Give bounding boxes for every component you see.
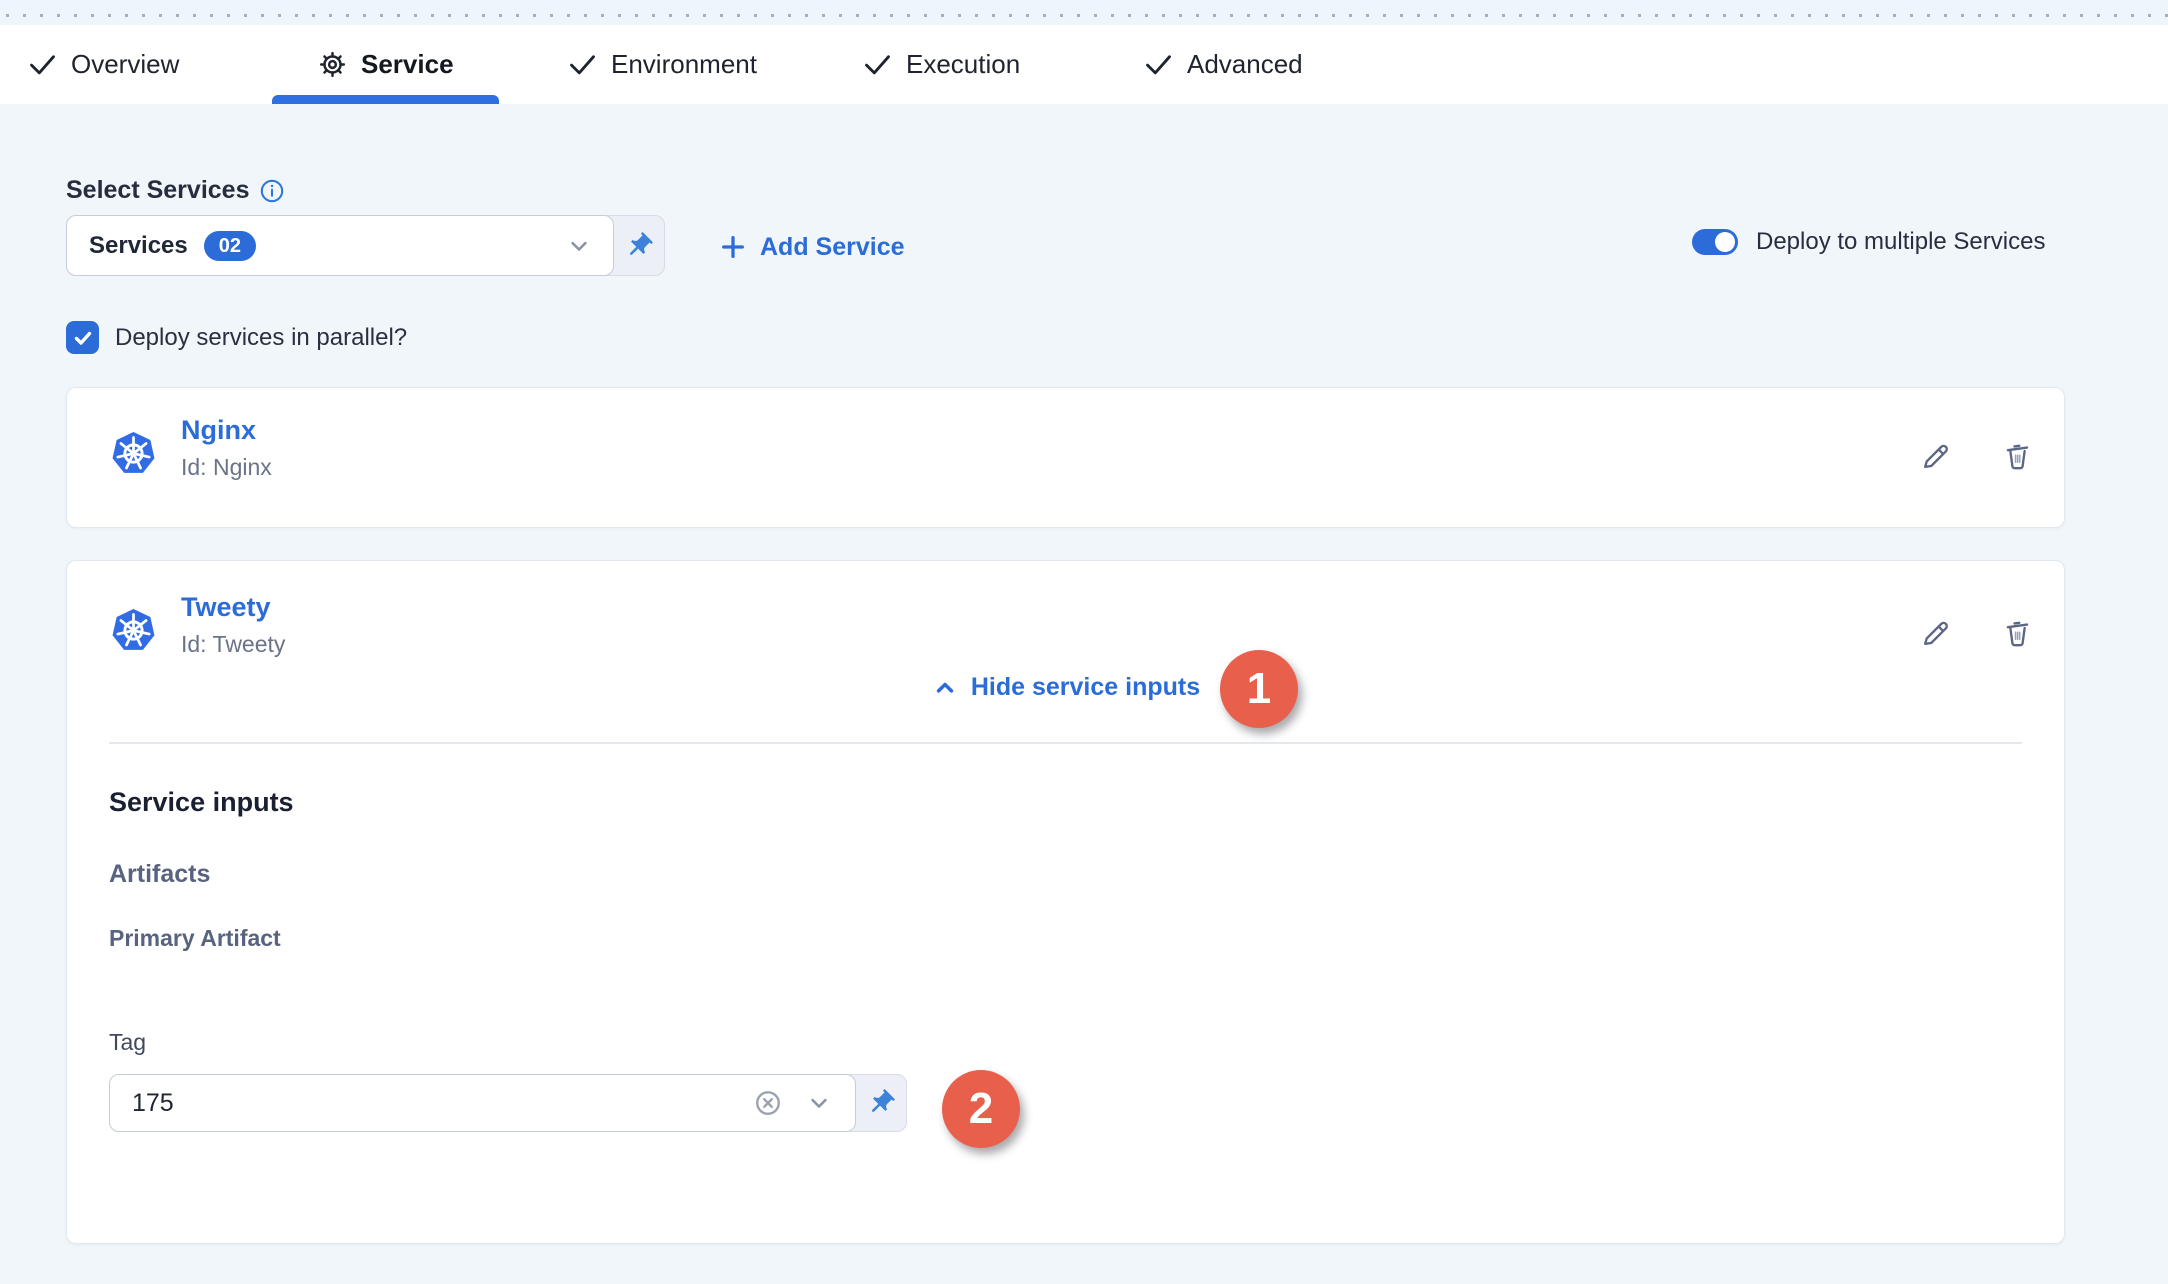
tag-label: Tag (109, 1029, 146, 1056)
kubernetes-icon (110, 607, 157, 654)
tab-environment[interactable]: Environment (567, 25, 757, 104)
stage-tabbar: Overview Service Environment Execution A… (0, 25, 2168, 104)
runtime-pin-button[interactable] (613, 216, 664, 275)
runtime-pin-button[interactable] (855, 1075, 906, 1131)
pin-icon (866, 1088, 896, 1118)
check-icon (1143, 49, 1174, 80)
services-dropdown[interactable]: Services 02 (66, 215, 665, 276)
delete-service-button[interactable] (1997, 436, 2037, 476)
hide-service-inputs-button[interactable]: Hide service inputs (67, 673, 2064, 702)
clear-icon[interactable] (753, 1088, 783, 1118)
card-divider (109, 742, 2022, 744)
trash-icon (2001, 617, 2034, 650)
tag-input[interactable] (132, 1089, 692, 1118)
primary-artifact-heading: Primary Artifact (109, 925, 281, 952)
deploy-multiple-label: Deploy to multiple Services (1756, 228, 2045, 256)
select-services-label: Select Services (66, 176, 285, 205)
edit-service-button[interactable] (1915, 613, 1955, 653)
deploy-parallel-checkbox[interactable] (66, 321, 99, 354)
service-name-link[interactable]: Tweety (181, 592, 271, 623)
annotation-marker-1: 1 (1220, 650, 1298, 728)
tab-service[interactable]: Service (317, 25, 454, 104)
services-dropdown-field[interactable]: Services 02 (66, 215, 614, 276)
service-name-link[interactable]: Nginx (181, 415, 256, 446)
chevron-up-icon (931, 674, 959, 702)
tab-label: Overview (71, 49, 179, 80)
services-dropdown-value: Services (89, 232, 188, 260)
pencil-icon (1919, 440, 1952, 473)
delete-service-button[interactable] (1997, 613, 2037, 653)
tab-label: Environment (611, 49, 757, 80)
check-icon (27, 49, 58, 80)
chevron-down-icon[interactable] (805, 1089, 833, 1117)
pipeline-stage-config-screen: Overview Service Environment Execution A… (0, 0, 2168, 1284)
pin-icon (624, 231, 654, 261)
kubernetes-icon (110, 430, 157, 477)
deploy-multiple-toggle[interactable] (1692, 229, 1738, 255)
tab-execution[interactable]: Execution (862, 25, 1020, 104)
service-card-nginx: Nginx Id: Nginx (66, 387, 2065, 528)
service-id: Id: Nginx (181, 454, 272, 481)
services-count-badge: 02 (204, 231, 256, 261)
tab-overview[interactable]: Overview (27, 25, 179, 104)
service-inputs-heading: Service inputs (109, 787, 294, 818)
add-service-button[interactable]: Add Service (719, 227, 905, 267)
service-card-tweety: Tweety Id: Tweety Hide service inputs 1 … (66, 560, 2065, 1244)
edit-service-button[interactable] (1915, 436, 1955, 476)
tab-label: Advanced (1187, 49, 1303, 80)
annotation-marker-2: 2 (942, 1070, 1020, 1148)
check-icon (567, 49, 598, 80)
info-icon[interactable] (259, 178, 285, 204)
page-top-decoration (0, 0, 2168, 25)
gear-icon (317, 49, 348, 80)
trash-icon (2001, 440, 2034, 473)
service-id: Id: Tweety (181, 631, 285, 658)
checkmark-icon (71, 326, 95, 350)
artifacts-heading: Artifacts (109, 860, 210, 889)
tab-advanced[interactable]: Advanced (1143, 25, 1303, 104)
tag-field[interactable] (109, 1074, 856, 1132)
tag-field-group (109, 1074, 907, 1132)
plus-icon (719, 233, 747, 261)
tab-label: Execution (906, 49, 1020, 80)
deploy-parallel-label: Deploy services in parallel? (115, 324, 407, 352)
check-icon (862, 49, 893, 80)
tab-label: Service (361, 49, 454, 80)
toggle-knob (1715, 232, 1735, 252)
pencil-icon (1919, 617, 1952, 650)
chevron-down-icon[interactable] (565, 232, 593, 260)
